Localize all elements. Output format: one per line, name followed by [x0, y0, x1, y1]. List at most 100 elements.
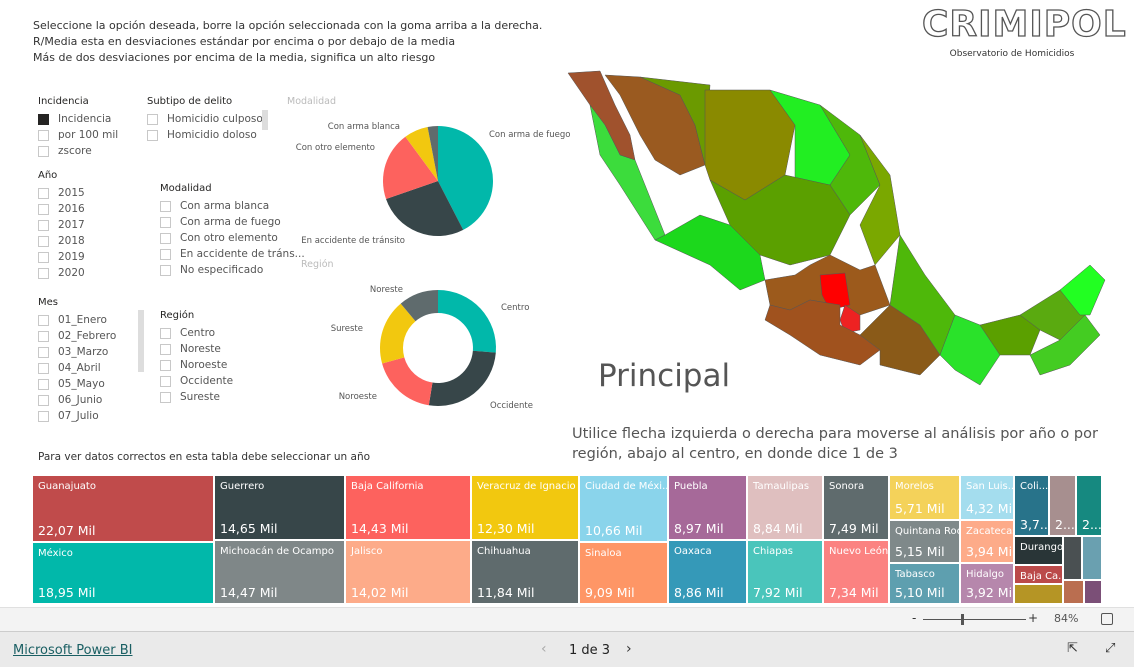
treemap-tile[interactable]	[1085, 581, 1101, 603]
treemap-tile[interactable]: Veracruz de Ignacio ... 12,30 Mil	[472, 476, 578, 539]
tile-value: 22,07 Mil	[38, 523, 96, 538]
next-page-icon[interactable]: ›	[626, 641, 632, 657]
tile-value: 2...	[1082, 517, 1101, 532]
treemap-tile[interactable]: Jalisco 14,02 Mil	[346, 541, 470, 603]
treemap-tile[interactable]	[1064, 537, 1081, 579]
tile-name: Nuevo León	[829, 546, 888, 557]
slice-noroeste[interactable]	[382, 357, 433, 406]
tile-value: 12,30 Mil	[477, 521, 535, 536]
tile-name: Tabasco	[895, 569, 935, 580]
treemap-tile[interactable]: Oaxaca 8,86 Mil	[669, 541, 746, 603]
power-bi-link[interactable]: Microsoft Power BI	[13, 643, 132, 658]
slice-centro[interactable]	[438, 290, 496, 353]
treemap-tile[interactable]: Ciudad de Méxi... 10,66 Mil	[580, 476, 667, 541]
slice-label: Con arma de fuego	[489, 130, 571, 140]
tile-name: México	[38, 548, 73, 559]
treemap-tile[interactable]: Tamaulipas 8,84 Mil	[748, 476, 822, 539]
tile-name: Durango	[1020, 542, 1062, 553]
zoom-in-button[interactable]: +	[1028, 611, 1038, 625]
treemap-tile[interactable]: Chiapas 7,92 Mil	[748, 541, 822, 603]
treemap-tile[interactable]: Zacatecas 3,94 Mil	[961, 521, 1013, 562]
region-donut-chart: Centro Occidente Noroeste Sureste Noreste	[331, 285, 533, 411]
tile-value: 8,86 Mil	[674, 585, 724, 600]
treemap-tile[interactable]: Michoacán de Ocampo 14,47 Mil	[215, 541, 344, 603]
treemap-tile[interactable]: Chihuahua 11,84 Mil	[472, 541, 578, 603]
tile-name: Guanajuato	[38, 481, 96, 492]
treemap-tile[interactable]: México 18,95 Mil	[33, 543, 213, 603]
zoom-level: 84%	[1054, 612, 1079, 625]
tile-name: Coli...	[1020, 481, 1048, 492]
slice-label: Occidente	[490, 401, 533, 411]
treemap-tile[interactable]: Nuevo León 7,34 Mil	[824, 541, 888, 603]
fit-page-icon[interactable]	[1101, 613, 1113, 625]
crimipol-logo: CRIMIPOL Observatorio de Homicidios	[921, 3, 1127, 59]
treemap-tile[interactable]: 2...	[1077, 476, 1101, 535]
slice-label: Sureste	[331, 324, 363, 334]
treemap-tile[interactable]: Morelos 5,71 Mil	[890, 476, 959, 519]
treemap-tile[interactable]: 2...	[1050, 476, 1075, 535]
logo-name: CRIMIPOL	[921, 3, 1127, 45]
treemap-tile[interactable]: Baja California 14,43 Mil	[346, 476, 470, 539]
footer-bar: Microsoft Power BI ‹ 1 de 3 › ⇱ ⤢	[0, 631, 1134, 667]
tile-value: 14,02 Mil	[351, 585, 409, 600]
treemap-tile[interactable]: Coli... 3,7...	[1015, 476, 1048, 535]
treemap-tile[interactable]: Puebla 8,97 Mil	[669, 476, 746, 539]
donut-title: Región	[301, 259, 334, 270]
tile-value: 4,32 Mil	[966, 501, 1013, 516]
zoom-slider[interactable]	[923, 619, 1026, 620]
tile-value: 11,84 Mil	[477, 585, 535, 600]
zoom-slider-handle[interactable]	[961, 614, 964, 625]
tile-value: 5,10 Mil	[895, 585, 945, 600]
tile-value: 2...	[1055, 517, 1075, 532]
treemap-tile[interactable]	[1015, 585, 1062, 603]
treemap-tile[interactable]: Tabasco 5,10 Mil	[890, 564, 959, 603]
tile-name: San Luis...	[966, 481, 1013, 492]
treemap-tile[interactable]	[1083, 537, 1101, 579]
slice-label: Centro	[501, 303, 529, 313]
slice-label: En accidente de tránsito	[301, 236, 405, 246]
treemap-tile[interactable]	[1064, 581, 1083, 603]
tile-name: Veracruz de Ignacio ...	[477, 481, 578, 492]
treemap-tile[interactable]: Hidalgo 3,92 Mil	[961, 564, 1013, 603]
treemap-tile[interactable]: Durango	[1015, 537, 1062, 564]
treemap-tile[interactable]: Sonora 7,49 Mil	[824, 476, 888, 539]
tile-value: 3,92 Mil	[966, 585, 1013, 600]
tile-name: Baja California	[351, 481, 424, 492]
treemap-tile[interactable]: Sinaloa 9,09 Mil	[580, 543, 667, 603]
slice-label: Con arma blanca	[328, 122, 400, 132]
tile-name: Ciudad de Méxi...	[585, 481, 667, 492]
tile-value: 18,95 Mil	[38, 585, 96, 600]
treemap-tile[interactable]: Guerrero 14,65 Mil	[215, 476, 344, 539]
prev-page-icon[interactable]: ‹	[541, 641, 547, 657]
tile-name: Guerrero	[220, 481, 265, 492]
fullscreen-icon[interactable]: ⤢	[1105, 641, 1115, 656]
charts-svg: Modalidad Con arma de fuego En accidente …	[287, 96, 571, 411]
map-title: Principal	[598, 358, 731, 394]
tile-value: 8,97 Mil	[674, 521, 724, 536]
tile-value: 9,09 Mil	[585, 585, 635, 600]
share-icon[interactable]: ⇱	[1067, 641, 1078, 656]
tile-value: 3,94 Mil	[966, 544, 1013, 559]
tile-value: 5,71 Mil	[895, 501, 945, 516]
tile-value: 5,15 Mil	[895, 544, 945, 559]
tile-name: Quintana Roo	[895, 526, 959, 537]
tile-value: 3,7...	[1020, 517, 1048, 532]
slice-label: Con otro elemento	[296, 143, 375, 153]
zoom-out-button[interactable]: -	[912, 611, 916, 625]
slice-label: Noreste	[370, 285, 403, 295]
slice-occidente[interactable]	[428, 350, 496, 406]
tile-name: Oaxaca	[674, 546, 712, 557]
tile-name: Chihuahua	[477, 546, 531, 557]
treemap-tile[interactable]: Baja Ca...	[1015, 566, 1062, 583]
table-note: Para ver datos correctos en esta tabla d…	[38, 451, 371, 463]
tile-value: 7,34 Mil	[829, 585, 879, 600]
treemap-tile[interactable]: San Luis... 4,32 Mil	[961, 476, 1013, 519]
tile-name: Hidalgo	[966, 569, 1005, 580]
tile-name: Sinaloa	[585, 548, 622, 559]
tile-name: Michoacán de Ocampo	[220, 546, 335, 557]
tile-name: Baja Ca...	[1020, 571, 1062, 582]
mexico-map[interactable]	[560, 65, 1110, 405]
treemap-tile[interactable]: Quintana Roo 5,15 Mil	[890, 521, 959, 562]
zoom-bar: - + 84%	[0, 607, 1134, 631]
treemap-tile[interactable]: Guanajuato 22,07 Mil	[33, 476, 213, 541]
